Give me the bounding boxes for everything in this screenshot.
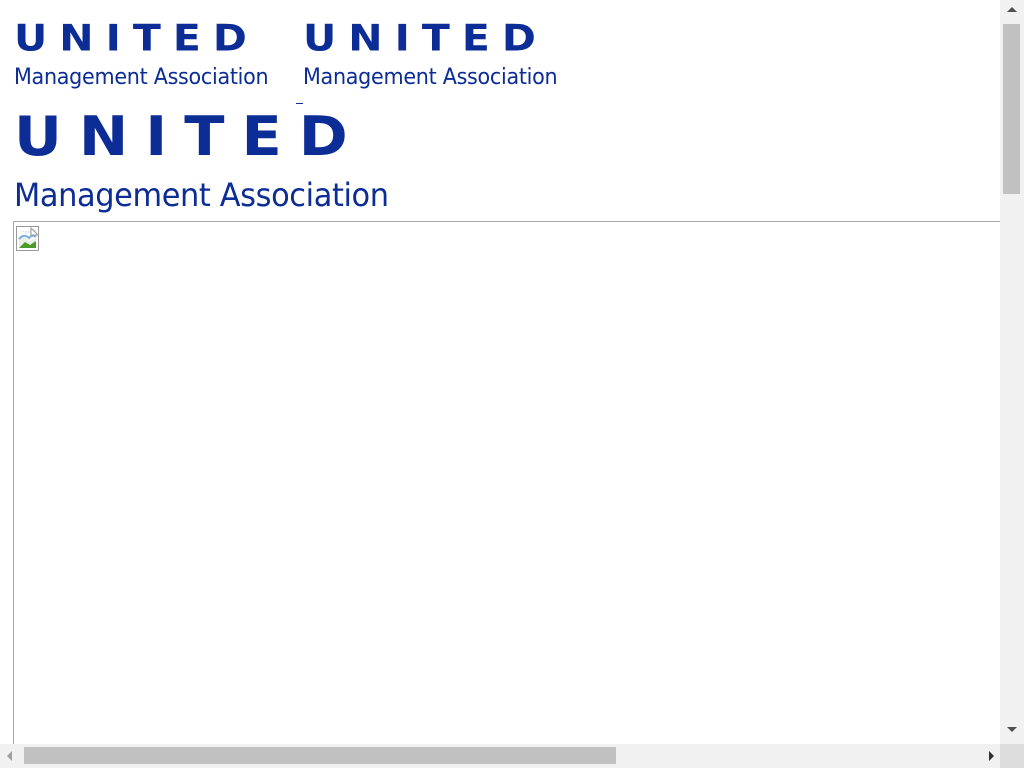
vertical-scrollbar[interactable] <box>1000 0 1024 744</box>
vertical-scroll-thumb[interactable] <box>1003 24 1020 194</box>
scroll-down-arrow-icon[interactable] <box>1000 720 1024 738</box>
logo-wordmark: UNITED <box>14 16 259 60</box>
logo-subtitle: Management Association <box>303 65 558 90</box>
united-logo-link-large[interactable]: UNITED Management Association <box>14 108 424 212</box>
horizontal-scrollbar[interactable] <box>0 744 1000 768</box>
scroll-left-arrow-icon[interactable] <box>0 744 18 768</box>
logo-wordmark: UNITED <box>303 16 548 60</box>
horizontal-scroll-thumb[interactable] <box>24 747 616 764</box>
scroll-up-arrow-icon[interactable] <box>1000 0 1024 18</box>
scroll-right-arrow-icon[interactable] <box>982 744 1000 768</box>
broken-image-icon <box>16 226 42 252</box>
logo-wordmark: UNITED <box>14 104 365 168</box>
logo-subtitle: Management Association <box>14 176 389 214</box>
scrollbar-corner <box>1000 744 1024 768</box>
united-logo-link-1[interactable]: UNITED Management Association <box>14 18 304 90</box>
united-logo-link-2[interactable]: UNITED Management Association <box>303 18 593 90</box>
embedded-iframe[interactable] <box>13 221 1000 744</box>
page-viewport: UNITED Management Association UNITED Man… <box>0 0 1000 744</box>
logo-subtitle: Management Association <box>14 65 269 90</box>
